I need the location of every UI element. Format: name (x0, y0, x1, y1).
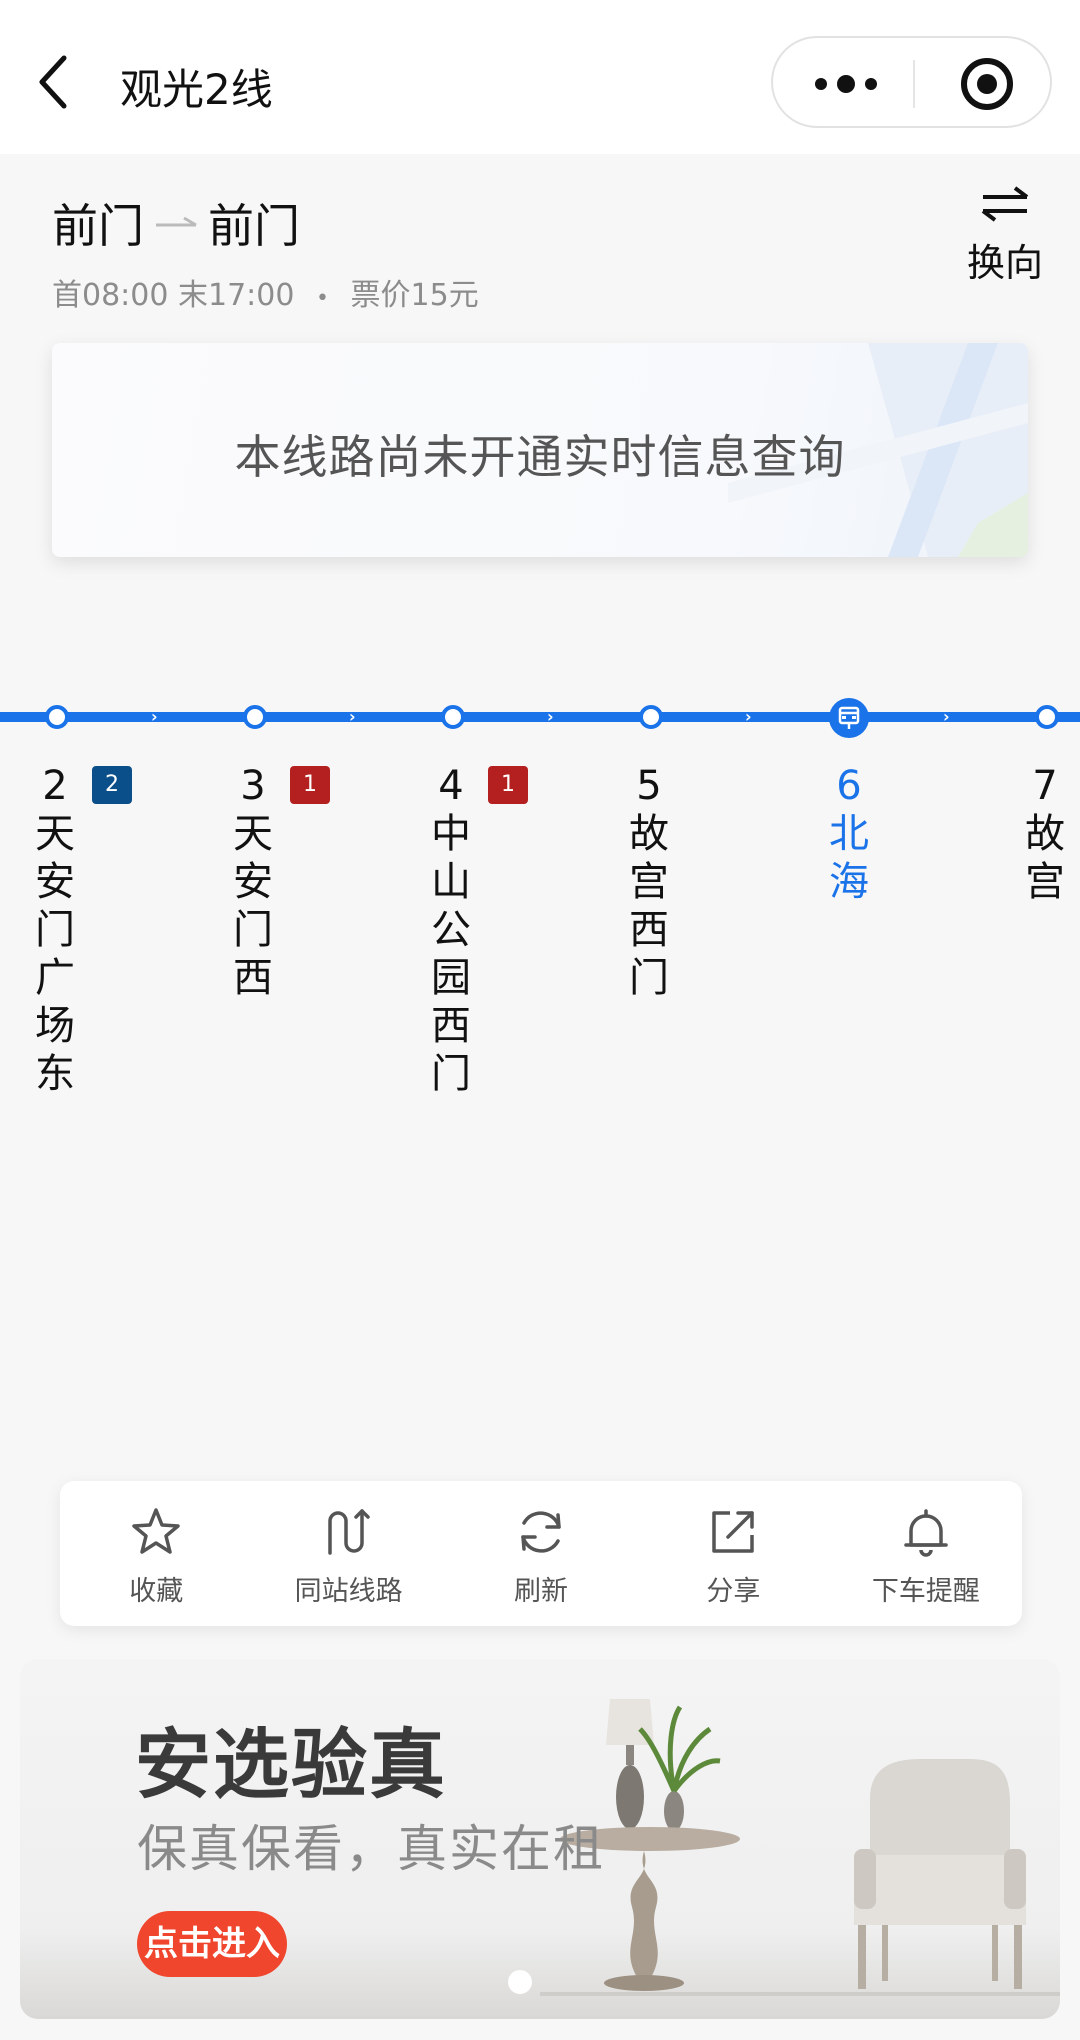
route-arrow-icon (156, 216, 197, 227)
subway-line-badge: 1 (488, 766, 528, 804)
direction-arrow-icon: › (151, 707, 158, 726)
stop-dot[interactable] (45, 705, 69, 729)
route-direction: 前门 前门 (52, 190, 479, 256)
refresh-button[interactable]: 刷新 (445, 1481, 637, 1626)
route-stops-line: › › › › › 2 天安门广场东 2 3 天安门西 1 4 中山公园西门 1… (0, 690, 1080, 1150)
swap-arrows-icon (981, 186, 1029, 222)
route-info: 首08:00 末17:00 • 票价15元 (52, 270, 479, 314)
alight-reminder-button[interactable]: 下车提醒 (830, 1481, 1022, 1626)
banner-enter-button[interactable]: 点击进入 (137, 1911, 287, 1977)
bus-stop-icon (838, 706, 860, 729)
stop-number: 5 (636, 763, 662, 809)
current-stop-marker[interactable] (829, 698, 869, 738)
route-fare: 票价15元 (350, 278, 479, 313)
subway-line-badge: 2 (92, 766, 132, 804)
refresh-label: 刷新 (514, 1576, 569, 1607)
star-icon (132, 1508, 180, 1554)
route-header: 前门 前门 首08:00 末17:00 • 票价15元 (52, 190, 479, 314)
close-mini-program-button[interactable] (957, 54, 1017, 114)
action-toolbar: 收藏 同站线路 刷新 分享 下车提醒 (60, 1481, 1022, 1626)
swap-direction-label: 换向 (966, 241, 1043, 285)
promo-banner[interactable]: 安选验真 保真保看，真实在租 点击进入 (20, 1659, 1060, 2019)
target-circle-icon (961, 58, 1013, 110)
route-destination: 前门 (208, 199, 300, 253)
banner-title: 安选验真 (135, 1720, 447, 1809)
stop-number: 3 (240, 763, 266, 809)
direction-arrow-icon: › (745, 707, 752, 726)
same-station-lines-label: 同站线路 (294, 1576, 403, 1607)
page-title: 观光2线 (120, 65, 273, 114)
realtime-notice-card: 本线路尚未开通实时信息查询 (52, 343, 1028, 557)
back-button[interactable] (34, 50, 84, 120)
route-line-bar (0, 712, 1080, 722)
share-icon (712, 1511, 755, 1553)
more-button[interactable] (811, 66, 881, 102)
stop-number: 2 (42, 763, 68, 809)
stop-dot[interactable] (441, 705, 465, 729)
stop-name: 北海 (829, 811, 869, 905)
notice-text: 本线路尚未开通实时信息查询 (234, 430, 846, 484)
info-separator: • (316, 286, 329, 311)
furniture-illustration (540, 1699, 1060, 1996)
stop-name: 故宫 (1025, 811, 1065, 905)
banner-subtitle: 保真保看，真实在租 (137, 1820, 605, 1878)
direction-arrow-icon: › (349, 707, 356, 726)
stop-dot[interactable] (243, 705, 267, 729)
navigation-bar: 观光2线 (0, 0, 1080, 154)
swap-direction-button[interactable]: 换向 (950, 184, 1060, 287)
stop-name: 中山公园西门 (431, 811, 471, 1097)
stop-number: 6 (836, 763, 862, 809)
alight-reminder-label: 下车提醒 (871, 1576, 980, 1607)
subway-line-badge: 1 (290, 766, 330, 804)
chevron-left-icon (39, 55, 67, 109)
bell-icon (904, 1509, 948, 1557)
stop-item[interactable]: 5 故宫西门 (619, 764, 679, 1002)
mini-program-capsule (771, 36, 1052, 128)
stop-number: 4 (438, 763, 464, 809)
share-button[interactable]: 分享 (637, 1481, 829, 1626)
capsule-divider (913, 60, 915, 108)
favorite-label: 收藏 (129, 1576, 184, 1607)
stop-dot[interactable] (1035, 705, 1059, 729)
stop-item[interactable]: 4 中山公园西门 (421, 764, 481, 1098)
refresh-icon (521, 1511, 561, 1553)
stop-name: 天安门广场东 (35, 811, 75, 1097)
stop-item-current[interactable]: 6 北海 (819, 764, 879, 906)
stop-name: 故宫西门 (629, 811, 669, 1001)
share-label: 分享 (706, 1576, 761, 1607)
stop-number: 7 (1032, 763, 1058, 809)
more-dots-icon (815, 75, 877, 93)
stop-name: 天安门西 (233, 811, 273, 1001)
favorite-button[interactable]: 收藏 (60, 1481, 252, 1626)
same-station-lines-button[interactable]: 同站线路 (252, 1481, 444, 1626)
stop-item[interactable]: 7 故宫 (1015, 764, 1075, 906)
direction-arrow-icon: › (943, 707, 950, 726)
direction-arrow-icon: › (547, 707, 554, 726)
route-lines-icon (327, 1509, 370, 1555)
stop-item[interactable]: 2 天安门广场东 (25, 764, 85, 1098)
route-origin: 前门 (52, 199, 144, 253)
route-schedule: 首08:00 末17:00 (52, 278, 295, 313)
stop-item[interactable]: 3 天安门西 (223, 764, 283, 1002)
stop-dot[interactable] (639, 705, 663, 729)
banner-pager-dot[interactable] (508, 1970, 532, 1994)
